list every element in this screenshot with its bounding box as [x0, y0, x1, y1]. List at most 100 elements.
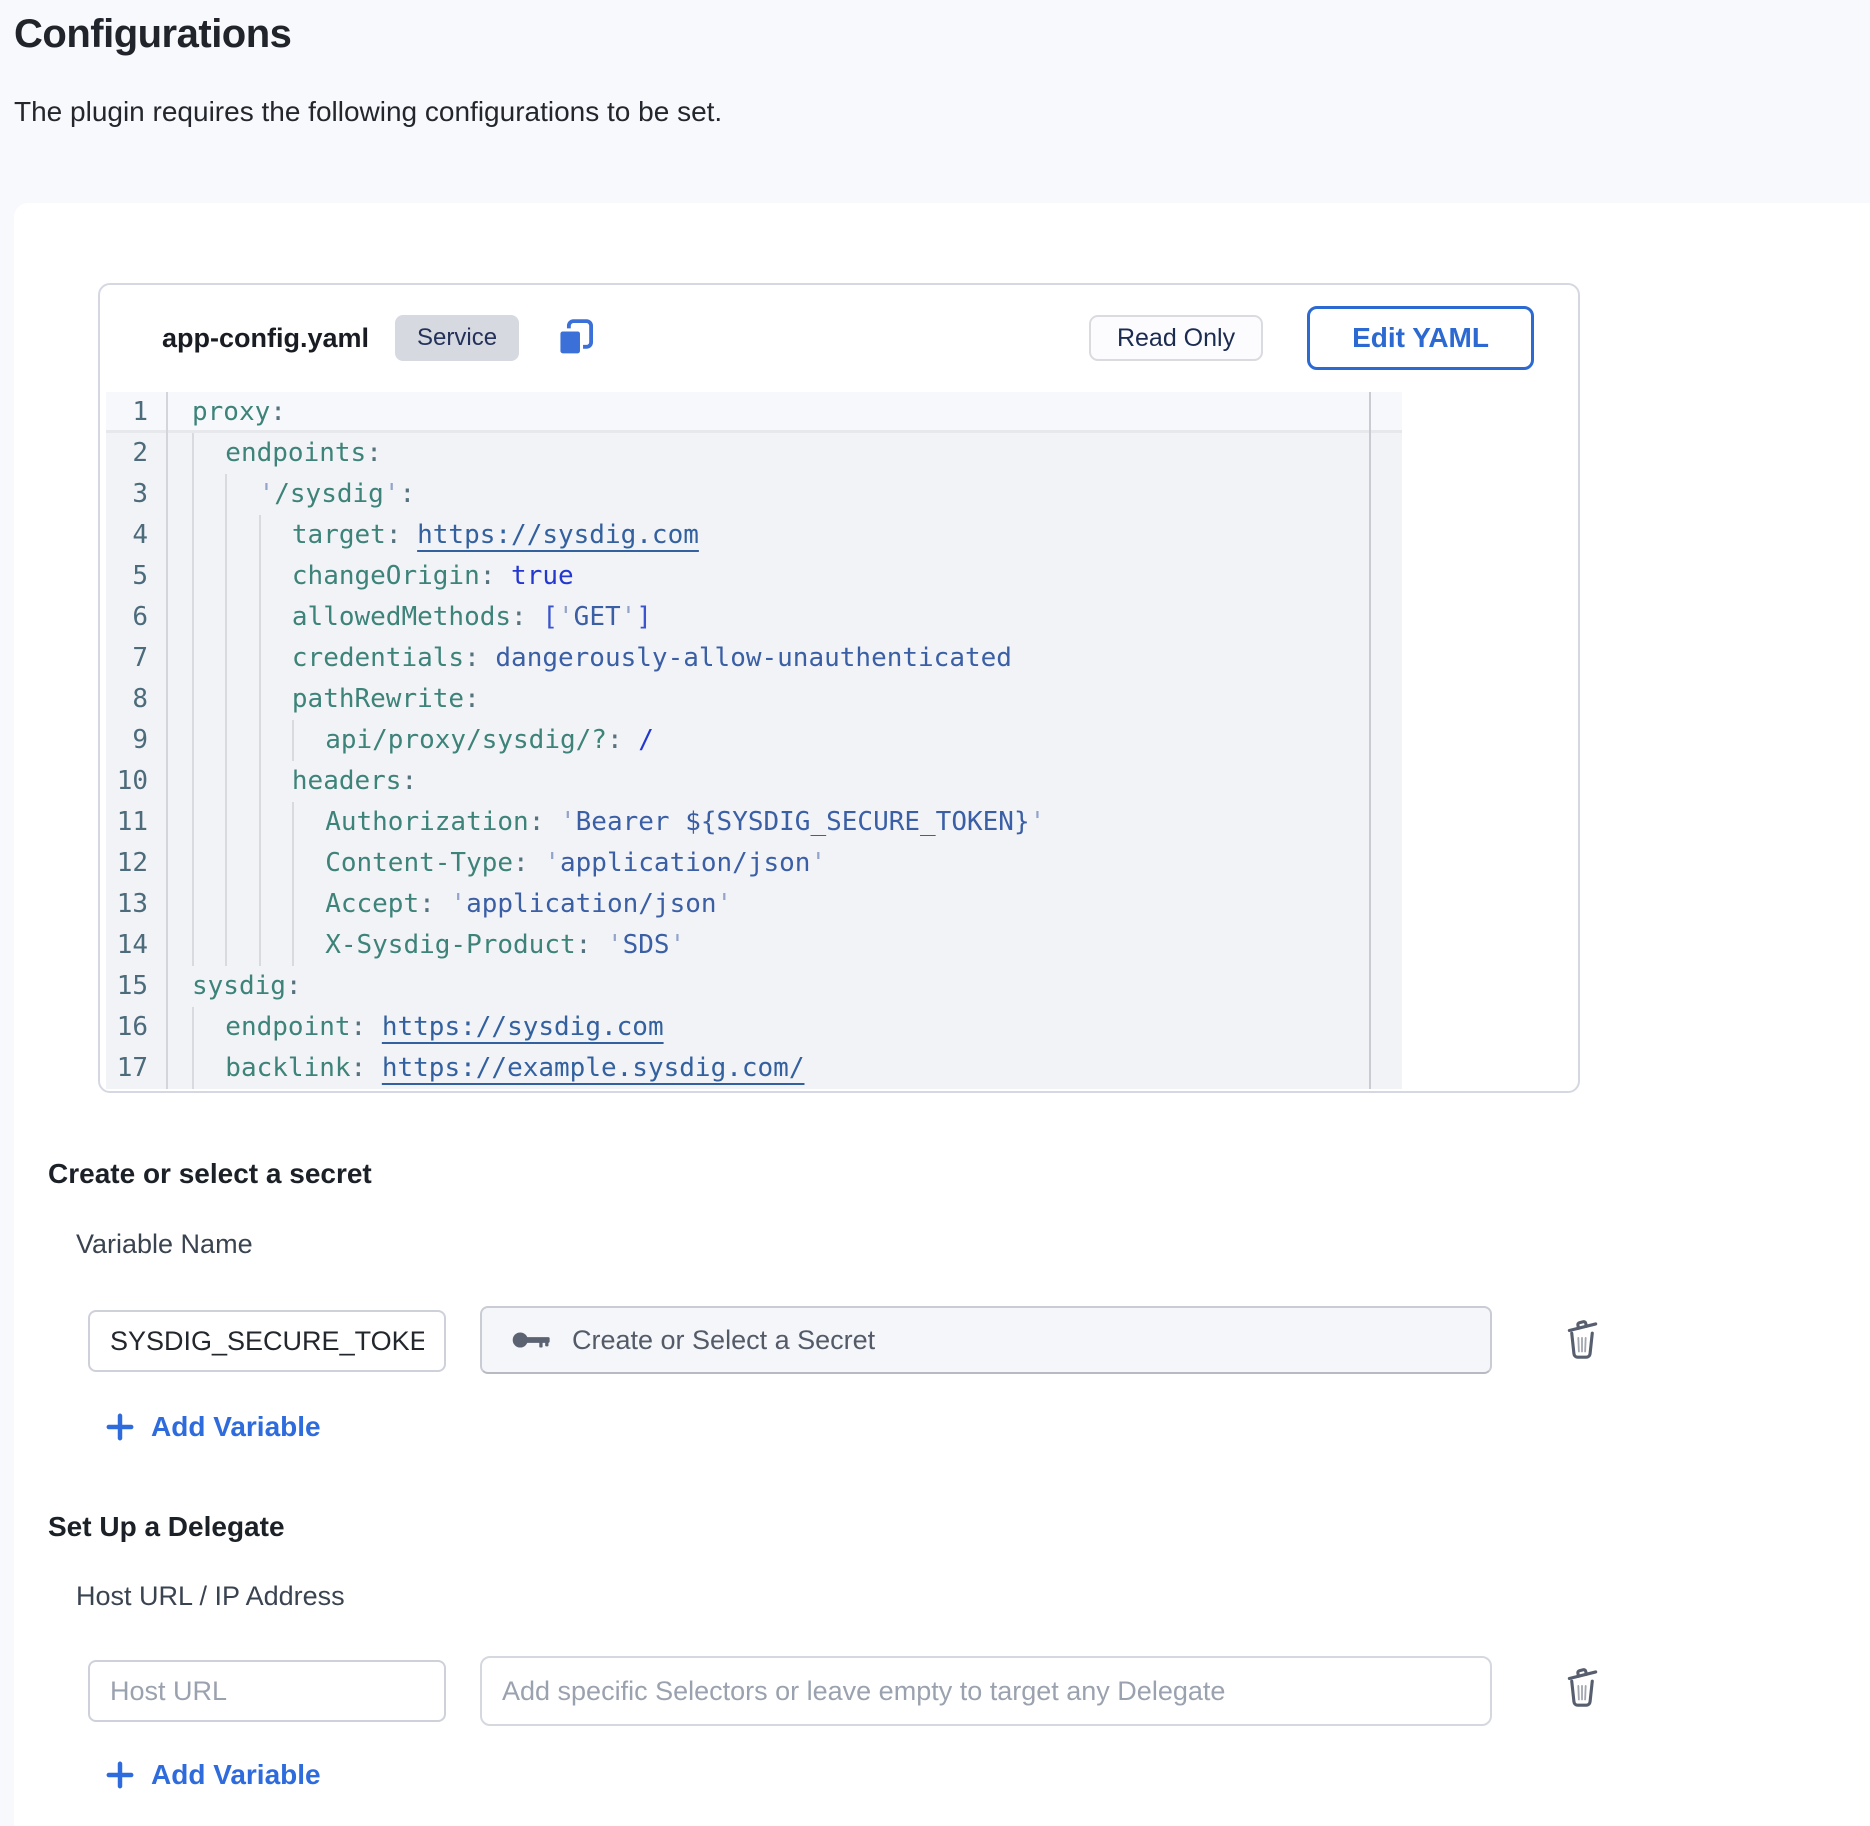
line-number: 11 — [106, 802, 168, 843]
code-token-punct: : — [464, 638, 495, 679]
code-token-bool: true — [511, 556, 574, 597]
code-token-str: SDS — [623, 925, 670, 966]
trash-icon — [1560, 1660, 1604, 1710]
indent-guide — [192, 884, 225, 925]
line-content: Authorization: 'Bearer ${SYSDIG_SECURE_T… — [168, 802, 1045, 843]
code-line: 4target: https://sysdig.com — [106, 515, 1402, 556]
code-token-q: ' — [670, 925, 686, 966]
indent-guide — [225, 761, 258, 802]
line-number: 9 — [106, 720, 168, 761]
delete-variable-button[interactable] — [1558, 1311, 1606, 1363]
indent-guide — [225, 802, 258, 843]
indent-guide — [192, 638, 225, 679]
code-token-bool: / — [638, 720, 654, 761]
code-token-q: ' — [544, 843, 560, 884]
code-token-punct: : — [513, 843, 544, 884]
line-number: 16 — [106, 1007, 168, 1048]
indent-guide — [259, 515, 292, 556]
line-number: 14 — [106, 925, 168, 966]
code-line: 6allowedMethods: ['GET'] — [106, 597, 1402, 638]
line-number: 12 — [106, 843, 168, 884]
code-token-q: ' — [384, 474, 400, 515]
indent-guide — [259, 884, 292, 925]
code-token-q: ' — [717, 884, 733, 925]
indent-guide — [259, 925, 292, 966]
code-token-key: endpoints — [225, 433, 366, 474]
indent-guide — [259, 638, 292, 679]
code-line: 9api/proxy/sysdig/?: / — [106, 720, 1402, 761]
indent-guide — [225, 638, 258, 679]
indent-guide — [192, 925, 225, 966]
code-token-q: ' — [1030, 802, 1046, 843]
copy-icon[interactable] — [551, 314, 599, 362]
code-token-punct: : — [511, 597, 542, 638]
indent-guide — [225, 679, 258, 720]
code-token-punct: : — [401, 761, 417, 802]
edit-yaml-button[interactable]: Edit YAML — [1307, 306, 1534, 370]
line-content: proxy: — [168, 392, 286, 433]
line-content: Accept: 'application/json' — [168, 884, 732, 925]
add-variable-button-delegate[interactable]: Add Variable — [104, 1759, 321, 1791]
code-token-link: https://sysdig.com — [382, 1007, 664, 1048]
yaml-code-editor[interactable]: 1proxy:2endpoints:3'/sysdig':4target: ht… — [106, 392, 1402, 1089]
yaml-filename: app-config.yaml — [162, 323, 369, 354]
code-token-key: credentials — [292, 638, 464, 679]
trash-icon — [1560, 1312, 1604, 1362]
editor-scrollbar-divider[interactable] — [1369, 392, 1371, 1089]
code-token-punct: : — [351, 1007, 382, 1048]
line-content: allowedMethods: ['GET'] — [168, 597, 652, 638]
secret-section-heading: Create or select a secret — [48, 1158, 372, 1190]
indent-guide — [292, 884, 325, 925]
code-line: 17backlink: https://example.sysdig.com/ — [106, 1048, 1402, 1089]
page-subtitle: The plugin requires the following config… — [14, 96, 722, 128]
code-token-q: ' — [621, 597, 637, 638]
delete-delegate-button[interactable] — [1558, 1659, 1606, 1711]
host-url-input[interactable] — [88, 1660, 446, 1722]
code-token-key: sysdig — [192, 966, 286, 1007]
code-token-br: [ — [542, 597, 558, 638]
code-token-q: ' — [450, 884, 466, 925]
indent-guide — [225, 925, 258, 966]
line-content: changeOrigin: true — [168, 556, 574, 597]
code-line: 15sysdig: — [106, 966, 1402, 1007]
code-token-punct: : — [386, 515, 417, 556]
indent-guide — [225, 556, 258, 597]
line-content: headers: — [168, 761, 417, 802]
key-icon — [512, 1329, 552, 1351]
code-token-key: allowedMethods — [292, 597, 511, 638]
code-token-key: proxy — [192, 392, 270, 433]
secret-selector[interactable]: Create or Select a Secret — [480, 1306, 1492, 1374]
configurations-page: Configurations The plugin requires the f… — [0, 0, 1870, 1826]
code-token-key: /sysdig — [274, 474, 384, 515]
indent-guide — [259, 843, 292, 884]
line-number: 6 — [106, 597, 168, 638]
line-content: '/sysdig': — [168, 474, 415, 515]
variable-name-input[interactable] — [88, 1310, 446, 1372]
code-line: 5changeOrigin: true — [106, 556, 1402, 597]
code-line: 10headers: — [106, 761, 1402, 802]
line-number: 8 — [106, 679, 168, 720]
code-token-q: ' — [810, 843, 826, 884]
indent-guide — [192, 433, 225, 474]
line-number: 17 — [106, 1048, 168, 1089]
delegate-section-heading: Set Up a Delegate — [48, 1511, 285, 1543]
line-content: target: https://sysdig.com — [168, 515, 699, 556]
indent-guide — [225, 884, 258, 925]
code-line: 13Accept: 'application/json' — [106, 884, 1402, 925]
code-token-q: ' — [259, 474, 275, 515]
indent-guide — [192, 474, 225, 515]
delegate-selector-input[interactable] — [480, 1656, 1492, 1726]
add-variable-label: Add Variable — [151, 1411, 321, 1443]
code-token-punct: : — [366, 433, 382, 474]
line-number: 5 — [106, 556, 168, 597]
code-token-key: Accept — [325, 884, 419, 925]
add-variable-button-secret[interactable]: Add Variable — [104, 1411, 321, 1443]
indent-guide — [192, 556, 225, 597]
code-line: 14X-Sysdig-Product: 'SDS' — [106, 925, 1402, 966]
code-token-key: Content-Type — [325, 843, 513, 884]
code-token-link: https://sysdig.com — [417, 515, 699, 556]
yaml-config-card: app-config.yaml Service Read Only Edit Y… — [98, 283, 1580, 1093]
line-content: endpoints: — [168, 433, 382, 474]
code-token-punct: : — [464, 679, 480, 720]
indent-guide — [192, 1048, 225, 1089]
